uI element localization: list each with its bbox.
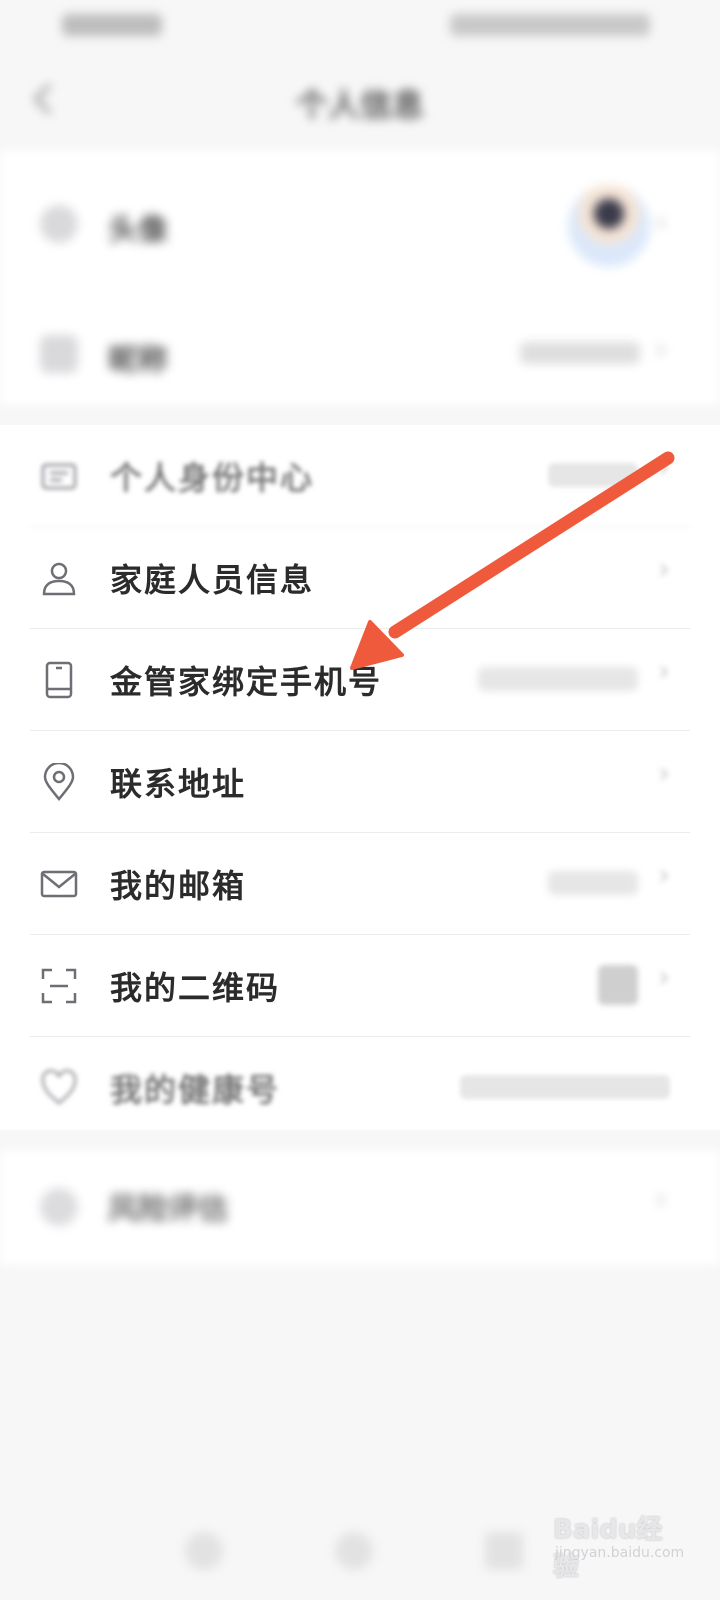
qr-scan-icon bbox=[41, 968, 77, 1004]
chevron-right-icon: › bbox=[658, 960, 670, 995]
id-card-icon bbox=[41, 463, 77, 490]
baidu-jingyan-watermark: Baidu经验 jingyan.baidu.com bbox=[545, 1495, 685, 1582]
menu-item-label: 家庭人员信息 bbox=[110, 561, 315, 599]
menu-item-my-mailbox[interactable]: 我的邮箱 › bbox=[0, 833, 720, 935]
chevron-right-icon: › bbox=[658, 756, 670, 791]
menu-item-contact-address[interactable]: 联系地址 › bbox=[0, 731, 720, 833]
menu-item-value bbox=[460, 1075, 670, 1099]
top-navigation-bar: 个人信息 bbox=[0, 60, 720, 140]
risk-assessment-label: 风险评估 bbox=[108, 1192, 228, 1227]
person-icon bbox=[42, 562, 76, 596]
chevron-right-icon: › bbox=[658, 654, 670, 689]
chevron-right-icon: › bbox=[655, 205, 667, 240]
menu-item-label: 我的二维码 bbox=[110, 969, 281, 1007]
menu-item-label: 联系地址 bbox=[110, 765, 247, 803]
nickname-value bbox=[520, 342, 640, 364]
page-title: 个人信息 bbox=[295, 86, 424, 124]
nav-home-button[interactable] bbox=[335, 1532, 373, 1570]
risk-assessment-section[interactable]: 风险评估 › bbox=[0, 1150, 720, 1265]
nickname-row-label: 昵称 bbox=[108, 343, 168, 378]
menu-item-my-qr-code[interactable]: 我的二维码 › bbox=[0, 935, 720, 1037]
status-right-indicators bbox=[450, 14, 650, 36]
menu-item-label: 个人身份中心 bbox=[110, 459, 315, 497]
nickname-row-icon bbox=[40, 335, 78, 373]
chevron-right-icon: › bbox=[655, 332, 667, 367]
qr-code-thumbnail bbox=[598, 965, 638, 1005]
status-bar bbox=[0, 0, 720, 50]
risk-assessment-icon bbox=[40, 1188, 78, 1226]
nav-recents-button[interactable] bbox=[485, 1532, 523, 1570]
chevron-right-icon: › bbox=[658, 450, 670, 485]
status-left-indicators bbox=[62, 14, 162, 36]
menu-item-label: 金管家绑定手机号 bbox=[110, 663, 383, 701]
personal-info-menu: 个人身份中心 › 家庭人员信息 › 金管家绑定手机号 › 联系地址 › 我的邮箱… bbox=[0, 425, 720, 1130]
location-pin-icon bbox=[43, 763, 75, 801]
menu-item-health-id[interactable]: 我的健康号 bbox=[0, 1037, 720, 1139]
menu-item-family-members[interactable]: 家庭人员信息 › bbox=[0, 527, 720, 629]
profile-section: 头像 › 昵称 › bbox=[0, 150, 720, 405]
chevron-right-icon: › bbox=[658, 858, 670, 893]
avatar[interactable] bbox=[568, 185, 650, 267]
menu-item-value bbox=[478, 667, 638, 691]
menu-item-identity-center[interactable]: 个人身份中心 › bbox=[0, 425, 720, 527]
menu-item-label: 我的邮箱 bbox=[110, 867, 247, 905]
nav-back-button[interactable] bbox=[185, 1532, 223, 1570]
chevron-right-icon: › bbox=[658, 552, 670, 587]
heart-icon bbox=[41, 1069, 77, 1105]
avatar-row-label: 头像 bbox=[108, 213, 168, 248]
menu-item-value bbox=[548, 871, 638, 895]
avatar-row[interactable]: 头像 › bbox=[0, 150, 720, 270]
menu-item-bind-phone[interactable]: 金管家绑定手机号 › bbox=[0, 629, 720, 731]
menu-item-value bbox=[548, 463, 638, 487]
nickname-row[interactable]: 昵称 › bbox=[0, 290, 720, 410]
chevron-right-icon: › bbox=[655, 1182, 667, 1217]
phone-icon bbox=[45, 661, 73, 699]
watermark-sub-text: jingyan.baidu.com bbox=[555, 1545, 685, 1561]
menu-item-label: 我的健康号 bbox=[110, 1071, 281, 1109]
mail-icon bbox=[40, 870, 78, 898]
avatar-row-icon bbox=[40, 205, 78, 243]
